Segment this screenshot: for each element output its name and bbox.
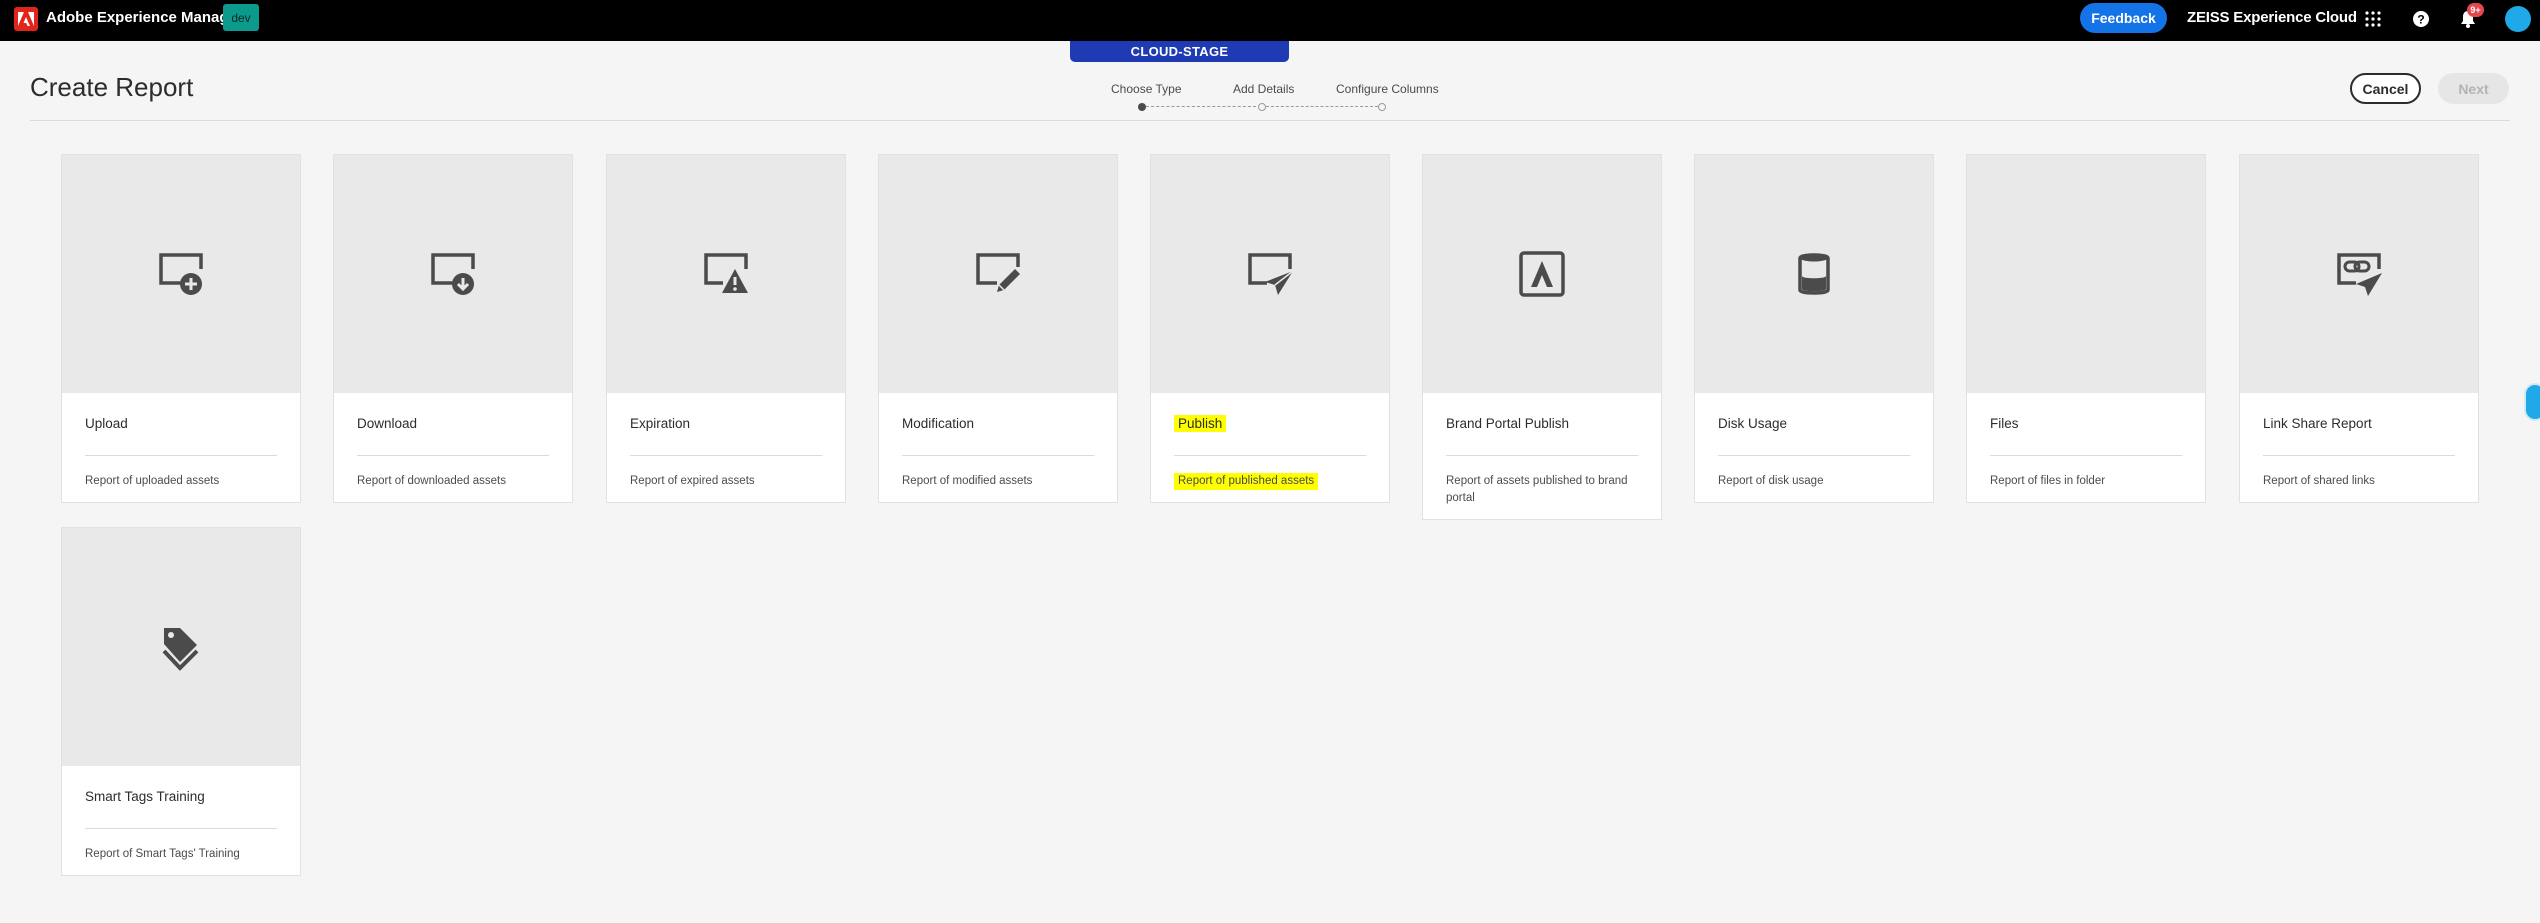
- environment-badge: dev: [223, 4, 259, 31]
- report-card-files[interactable]: Files Report of files in folder: [1966, 154, 2206, 503]
- wizard-connector: [1146, 106, 1256, 107]
- wizard-connector: [1266, 106, 1378, 107]
- report-card-brand-portal-publish[interactable]: Brand Portal Publish Report of assets pu…: [1422, 154, 1662, 520]
- card-description: Report of modified assets: [902, 475, 1033, 487]
- card-thumbnail: [334, 155, 572, 393]
- card-description: Report of disk usage: [1718, 475, 1824, 487]
- expiration-report-icon: [704, 253, 748, 293]
- wizard-step-choose-type: Choose Type: [1111, 82, 1182, 96]
- report-card-expiration[interactable]: Expiration Report of expired assets: [606, 154, 846, 503]
- smart-tags-icon: [162, 628, 199, 671]
- card-title: Disk Usage: [1718, 416, 1788, 431]
- wizard-dot: [1378, 103, 1386, 111]
- wizard-step-configure-columns: Configure Columns: [1336, 82, 1439, 96]
- upload-report-icon: [159, 253, 203, 295]
- card-title: Download: [357, 416, 418, 431]
- notification-count-badge: 9+: [2467, 3, 2484, 17]
- svg-text:?: ?: [2417, 13, 2424, 27]
- card-title: Files: [1990, 416, 2019, 431]
- wizard-dot-active: [1138, 103, 1146, 111]
- wizard-dot: [1258, 103, 1266, 111]
- next-button[interactable]: Next: [2438, 73, 2509, 104]
- header-divider: [30, 120, 2510, 121]
- modification-report-icon: [976, 253, 1020, 292]
- card-title: Smart Tags Training: [85, 789, 205, 804]
- card-description: Report of shared links: [2263, 475, 2375, 487]
- download-report-icon: [431, 253, 475, 295]
- card-description: Report of files in folder: [1990, 475, 2106, 487]
- app-title[interactable]: Adobe Experience Manager: [46, 9, 243, 26]
- shell-bar: Adobe Experience Manager dev Feedback ZE…: [0, 0, 2540, 41]
- report-card-smart-tags-training[interactable]: Smart Tags Training Report of Smart Tags…: [61, 527, 301, 876]
- card-title: Modification: [902, 416, 975, 431]
- wizard-step-add-details: Add Details: [1233, 82, 1295, 96]
- report-card-modification[interactable]: Modification Report of modified assets: [878, 154, 1118, 503]
- card-description: Report of downloaded assets: [357, 475, 506, 487]
- card-thumbnail: [879, 155, 1117, 393]
- page-title: Create Report: [30, 72, 194, 102]
- brand-portal-icon: [1519, 251, 1565, 297]
- card-thumbnail: [62, 155, 300, 393]
- disk-usage-icon: [1798, 253, 1830, 295]
- card-thumbnail: [1423, 155, 1661, 393]
- card-thumbnail: [1695, 155, 1933, 393]
- feedback-button[interactable]: Feedback: [2080, 3, 2167, 33]
- user-avatar[interactable]: [2505, 6, 2531, 32]
- card-description: Report of Smart Tags' Training: [85, 848, 240, 860]
- card-thumbnail: [62, 528, 300, 766]
- link-share-icon: [2337, 253, 2382, 296]
- card-thumbnail: [1967, 155, 2205, 393]
- report-card-upload[interactable]: Upload Report of uploaded assets: [61, 154, 301, 503]
- card-thumbnail: [2240, 155, 2478, 393]
- card-thumbnail: [607, 155, 845, 393]
- org-switcher[interactable]: ZEISS Experience Cloud: [2187, 9, 2357, 26]
- publish-report-icon: [1248, 253, 1294, 295]
- card-description: Report of expired assets: [630, 475, 755, 487]
- card-title: Expiration: [630, 416, 691, 431]
- cancel-button[interactable]: Cancel: [2350, 73, 2421, 104]
- card-title: Brand Portal Publish: [1446, 416, 1570, 431]
- environment-stage-tag: CLOUD-STAGE: [1070, 41, 1289, 62]
- card-title: Publish: [1174, 415, 1227, 432]
- adobe-logo-icon[interactable]: [14, 7, 38, 31]
- side-panel-handle[interactable]: [2524, 383, 2540, 421]
- card-description: Report of published assets: [1174, 473, 1319, 490]
- report-card-link-share[interactable]: Link Share Report Report of shared links: [2239, 154, 2479, 503]
- apps-grid-icon[interactable]: [2360, 6, 2386, 32]
- report-card-disk-usage[interactable]: Disk Usage Report of disk usage: [1694, 154, 1934, 503]
- card-title: Link Share Report: [2263, 416, 2372, 431]
- card-thumbnail: [1151, 155, 1389, 393]
- card-title: Upload: [85, 416, 128, 431]
- report-card-download[interactable]: Download Report of downloaded assets: [333, 154, 573, 503]
- card-description: Report of uploaded assets: [85, 475, 220, 487]
- report-card-publish[interactable]: Publish Report of published assets: [1150, 154, 1390, 503]
- help-icon[interactable]: ?: [2408, 6, 2434, 32]
- card-description: Report of assets published to brand port…: [1446, 475, 1628, 504]
